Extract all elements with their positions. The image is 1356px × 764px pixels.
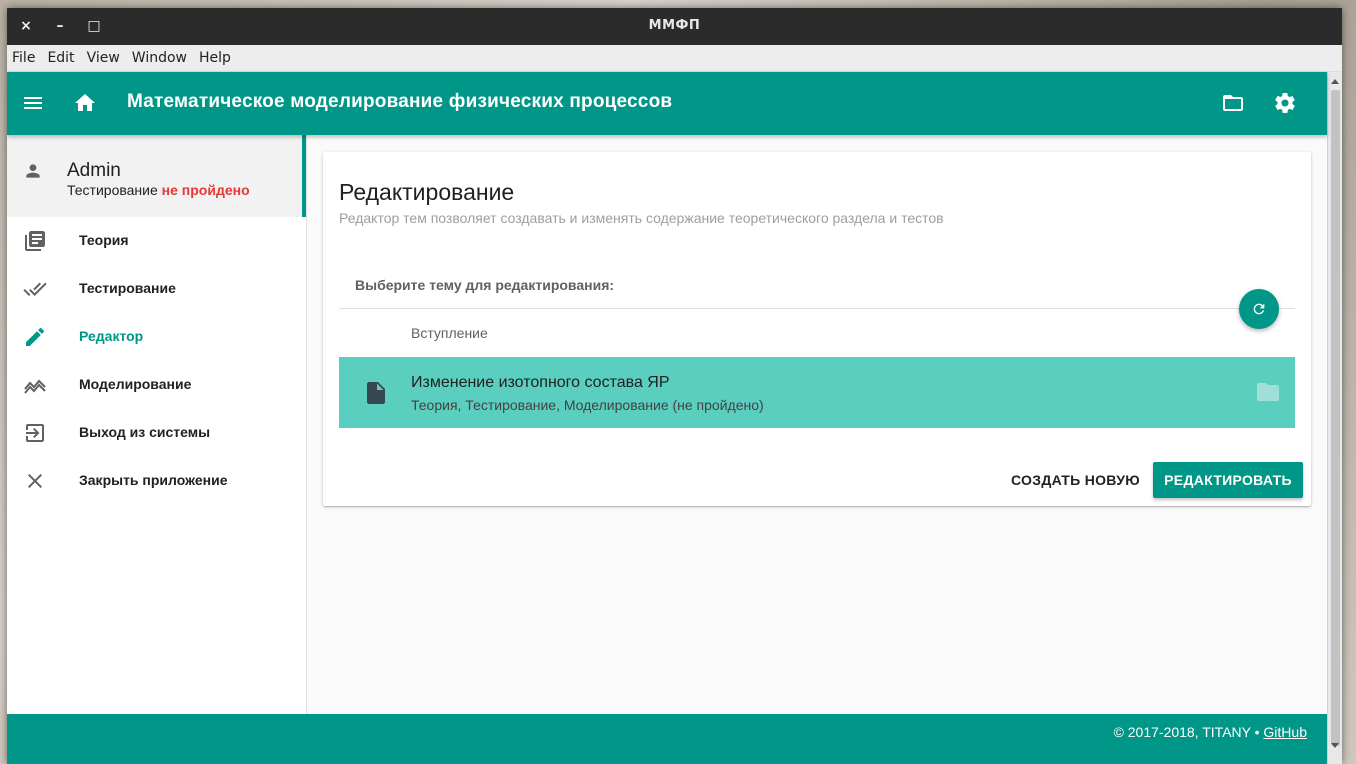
pencil-icon [26,327,45,346]
app-title: Математическое моделирование физических … [127,91,673,112]
topic-subtitle: Теория, Тестирование, Моделирование (не … [411,397,764,413]
nav-label: Редактор [79,328,144,344]
editor-card: Редактирование Редактор тем позволяет со… [323,152,1311,506]
nav-item-editor[interactable]: Редактор [7,313,306,361]
topic-item-selected[interactable]: Изменение изотопного состава ЯР Теория, … [339,357,1295,428]
footer-copyright: © 2017-2018, TITANY • GitHub [1114,724,1307,740]
nav-item-close-app[interactable]: Закрыть приложение [7,457,306,505]
nav-label: Тестирование [79,280,176,296]
editor-subtitle: Редактор тем позволяет создавать и измен… [339,210,944,226]
logout-icon [26,424,44,442]
github-link[interactable]: GitHub [1263,724,1307,740]
refresh-button[interactable] [1239,289,1279,329]
topic-pick-label: Выберите тему для редактирования: [355,277,615,293]
scroll-thumb[interactable] [1331,90,1340,746]
topic-item[interactable]: Вступление [411,325,488,341]
window-title: ММФП [648,18,701,33]
home-icon[interactable] [73,91,97,115]
topic-title: Изменение изотопного состава ЯР [411,374,670,391]
editor-title: Редактирование [339,179,515,205]
create-new-button[interactable]: СОЗДАТЬ НОВУЮ [1003,462,1148,498]
user-status-prefix: Тестирование [67,182,158,198]
nav-label: Моделирование [79,376,192,392]
footer: © 2017-2018, TITANY • GitHub [7,714,1327,764]
document-icon [367,382,385,404]
app-bar: Математическое моделирование физических … [7,72,1327,135]
user-test-status: Тестирование не пройдено [67,182,250,198]
copyright-text: © 2017-2018, TITANY • [1113,724,1260,740]
menu-icon[interactable] [21,91,45,115]
book-icon [25,231,45,251]
window-titlebar: × – □ ММФП [7,8,1342,45]
nav-item-testing[interactable]: Тестирование [7,265,306,313]
user-status-value: не пройдено [161,182,250,198]
user-name: Admin [67,160,121,181]
nav-item-modeling[interactable]: Моделирование [7,361,306,409]
menu-window[interactable]: Window [132,50,187,66]
nav-label: Теория [79,232,129,248]
close-icon [28,474,42,488]
scroll-up-arrow[interactable] [1331,79,1339,84]
folder-icon[interactable] [1221,91,1245,115]
double-check-icon [23,282,47,296]
user-block: Admin Тестирование не пройдено [7,135,306,217]
folder-icon[interactable] [1257,383,1279,401]
menubar: File Edit View Window Help [7,45,1342,72]
nav-label: Выход из системы [79,424,211,440]
menu-view[interactable]: View [87,50,120,66]
menu-file[interactable]: File [12,50,35,66]
nav-drawer: Admin Тестирование не пройдено Теория Те… [7,135,307,714]
person-icon [26,164,40,178]
settings-icon[interactable] [1273,91,1297,115]
scroll-down-arrow[interactable] [1331,743,1339,748]
chart-line-icon [24,379,46,394]
app-window: × – □ ММФП File Edit View Window Help Ма… [7,8,1342,764]
refresh-icon [1253,303,1265,315]
vertical-scrollbar[interactable] [1327,72,1342,764]
nav-item-theory[interactable]: Теория [7,217,306,265]
nav-label: Закрыть приложение [79,472,228,488]
divider [339,308,1295,309]
menu-edit[interactable]: Edit [47,50,74,66]
nav-item-logout[interactable]: Выход из системы [7,409,306,457]
edit-button[interactable]: РЕДАКТИРОВАТЬ [1153,462,1303,498]
menu-help[interactable]: Help [199,50,231,66]
